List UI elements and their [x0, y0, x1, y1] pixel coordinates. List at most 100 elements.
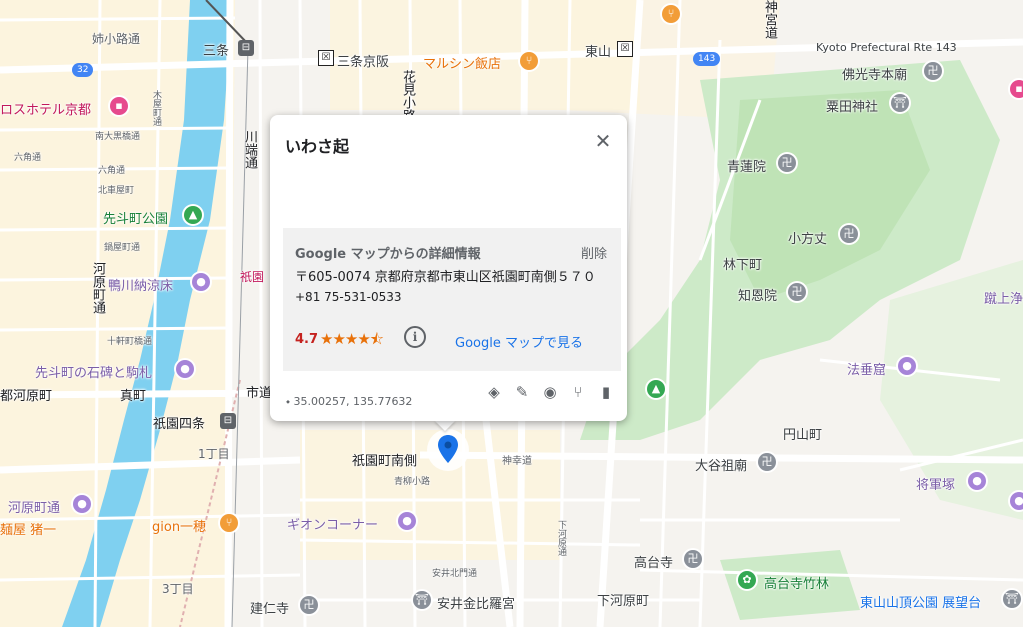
label-kiyamachi: 木屋町通 — [151, 90, 161, 126]
details-heading: Google マップからの詳細情報 — [295, 247, 481, 262]
label-sanjo: 三条 — [203, 44, 230, 59]
label-shimokawara-dori: 下河原通 — [556, 520, 566, 556]
label-gion-shijo: 祇園四条 — [153, 417, 206, 432]
pencil-icon[interactable]: ✎ — [513, 383, 531, 401]
info-icon[interactable]: i — [404, 326, 426, 348]
route-shield-143: 143 — [693, 52, 721, 66]
label-maruyama-cho: 円山町 — [783, 428, 823, 443]
address-text: 〒605-0074 京都府京都市東山区祇園町南側５７０ — [295, 270, 596, 285]
hotel-icon[interactable]: ▪ — [110, 97, 128, 115]
view-on-google-maps-link[interactable]: Google マップで見る — [455, 332, 583, 351]
temple-icon[interactable]: 卍 — [758, 453, 776, 471]
selected-location-marker[interactable] — [427, 429, 469, 471]
label-kitaguruma: 北車屋町 — [98, 186, 135, 196]
label-marushin[interactable]: マルシン飯店 — [423, 53, 501, 72]
temple-icon[interactable]: 卍 — [788, 283, 806, 301]
attraction-icon[interactable]: ● — [73, 495, 91, 513]
shrine-icon[interactable]: ⛩ — [413, 591, 431, 609]
park-icon[interactable]: ▲ — [184, 206, 202, 224]
temple-icon[interactable]: 卍 — [840, 225, 858, 243]
label-shorenin[interactable]: 青蓮院 — [727, 156, 766, 175]
label-gion-machi-minami: 祇園町南側 — [352, 454, 418, 469]
park-icon[interactable]: ▲ — [647, 380, 665, 398]
label-sumiyoshi: 南大黒橋通 — [95, 132, 141, 142]
label-awata-jinja[interactable]: 粟田神社 — [826, 96, 878, 115]
label-anegakoji: 姉小路通 — [92, 32, 141, 46]
label-bukkoji-hombyo[interactable]: 佛光寺本廟 — [842, 64, 907, 83]
label-kenninji[interactable]: 建仁寺 — [250, 598, 289, 617]
label-ponto-park[interactable]: 先斗町公園 — [103, 208, 168, 227]
map-pin-icon — [438, 435, 458, 463]
place-title: いわさ起 — [285, 137, 350, 156]
attraction-icon[interactable]: ● — [192, 273, 210, 291]
label-kawaramachi-station: 都河原町 — [0, 389, 53, 404]
rating-value: 4.7 — [295, 332, 319, 347]
label-shimokawara-cho: 下河原町 — [597, 594, 650, 609]
label-otani-sobyo[interactable]: 大谷祖廟 — [695, 455, 747, 474]
label-gion: 祇園 — [240, 270, 265, 284]
close-icon[interactable]: ✕ — [593, 131, 613, 151]
label-kamogawa-noryo[interactable]: 鴨川納涼床 — [108, 275, 173, 294]
label-ichidou: 市道 — [246, 386, 273, 401]
attraction-icon[interactable]: ● — [176, 360, 194, 378]
label-hayashishita: 林下町 — [723, 258, 763, 273]
label-menya-inoichi[interactable]: 麺屋 猪一 — [0, 519, 56, 538]
hotel-icon[interactable]: ▪ — [1010, 80, 1023, 98]
restaurant-icon[interactable]: ⑂ — [520, 52, 538, 70]
label-yasui-kitamon: 安井北門通 — [432, 569, 478, 579]
label-hochokutsu[interactable]: 法垂窟 — [847, 359, 886, 378]
label-kawaramachi-dori[interactable]: 河原町通 — [8, 497, 60, 516]
label-gion-ippo[interactable]: gion一穂 — [152, 516, 206, 535]
popup-tail — [434, 420, 456, 431]
delete-button[interactable]: 削除 — [581, 243, 607, 262]
attraction-icon[interactable]: ● — [1010, 492, 1023, 510]
paint-bucket-icon[interactable]: ◈ — [485, 383, 503, 401]
shrine-icon[interactable]: ⛩ — [891, 94, 909, 112]
viewpoint-icon[interactable]: ⛩ — [1003, 590, 1021, 608]
station-icon[interactable]: ⊟ — [238, 40, 254, 56]
route-shield-32: 32 — [72, 63, 94, 77]
trash-icon[interactable]: ▮ — [597, 383, 615, 401]
theater-icon[interactable]: ● — [398, 512, 416, 530]
label-jinmichi: 神幸道 — [502, 456, 532, 467]
station-icon[interactable]: ⊟ — [220, 413, 236, 429]
label-kodaiji-chikurin[interactable]: 高台寺竹林 — [764, 573, 829, 592]
label-higashiyama-park[interactable]: 東山山頂公園 展望台 — [860, 592, 981, 611]
metro-icon: ☒ — [318, 50, 334, 66]
restaurant-icon[interactable]: ⑂ — [220, 514, 238, 532]
attraction-icon[interactable]: ● — [898, 357, 916, 375]
label-rokkaku: 六角通 — [14, 153, 42, 163]
label-keiyu: 鍋屋町通 — [104, 243, 141, 253]
label-gion-corner[interactable]: ギオンコーナー — [287, 514, 378, 533]
label-kyoto-pref-rte: Kyoto Prefectural Rte 143 — [816, 41, 957, 54]
gmaps-details-panel: Google マップからの詳細情報 削除 〒605-0074 京都府京都市東山区… — [283, 228, 621, 371]
coordinates-value: 35.00257, 135.77632 — [293, 395, 413, 408]
camera-icon[interactable]: ◉ — [541, 383, 559, 401]
temple-icon[interactable]: 卍 — [778, 154, 796, 172]
label-itchome: 1丁目 — [198, 447, 230, 461]
label-hotel[interactable]: ロスホテル京都 — [0, 99, 91, 118]
label-kohojo[interactable]: 小方丈 — [788, 228, 827, 247]
phone-text[interactable]: +81 75-531-0533 — [295, 290, 402, 304]
label-chionin[interactable]: 知恩院 — [738, 285, 777, 304]
coordinates-text: ⬩ 35.00257, 135.77632 — [286, 395, 412, 409]
directions-icon[interactable]: ⑂ — [569, 383, 587, 401]
label-kawabata-dori: 川端通 — [242, 130, 257, 169]
location-pin-icon: ⬩ — [286, 395, 290, 408]
label-keage[interactable]: 蹴上浄 — [984, 288, 1023, 307]
label-kodaiji[interactable]: 高台寺 — [634, 552, 673, 571]
temple-icon[interactable]: 卍 — [684, 550, 702, 568]
attraction-icon[interactable]: ● — [968, 472, 986, 490]
rating-stars: ★★★★⯪ — [320, 330, 384, 348]
temple-icon[interactable]: 卍 — [300, 596, 318, 614]
label-aoyagi-koji: 青柳小路 — [394, 477, 431, 487]
popup-toolbar: ◈ ✎ ◉ ⑂ ▮ — [485, 383, 615, 401]
label-sanchome: 3丁目 — [162, 582, 194, 596]
label-ponto-monument[interactable]: 先斗町の石碑と駒札 — [35, 362, 152, 381]
label-mamachi: 真町 — [120, 389, 147, 404]
label-yasui-konpiragu[interactable]: 安井金比羅宮 — [437, 593, 515, 612]
restaurant-icon[interactable]: ⑂ — [662, 5, 680, 23]
label-shogunzuka[interactable]: 将軍塚 — [916, 474, 955, 493]
garden-icon[interactable]: ✿ — [738, 571, 756, 589]
temple-icon[interactable]: 卍 — [924, 62, 942, 80]
